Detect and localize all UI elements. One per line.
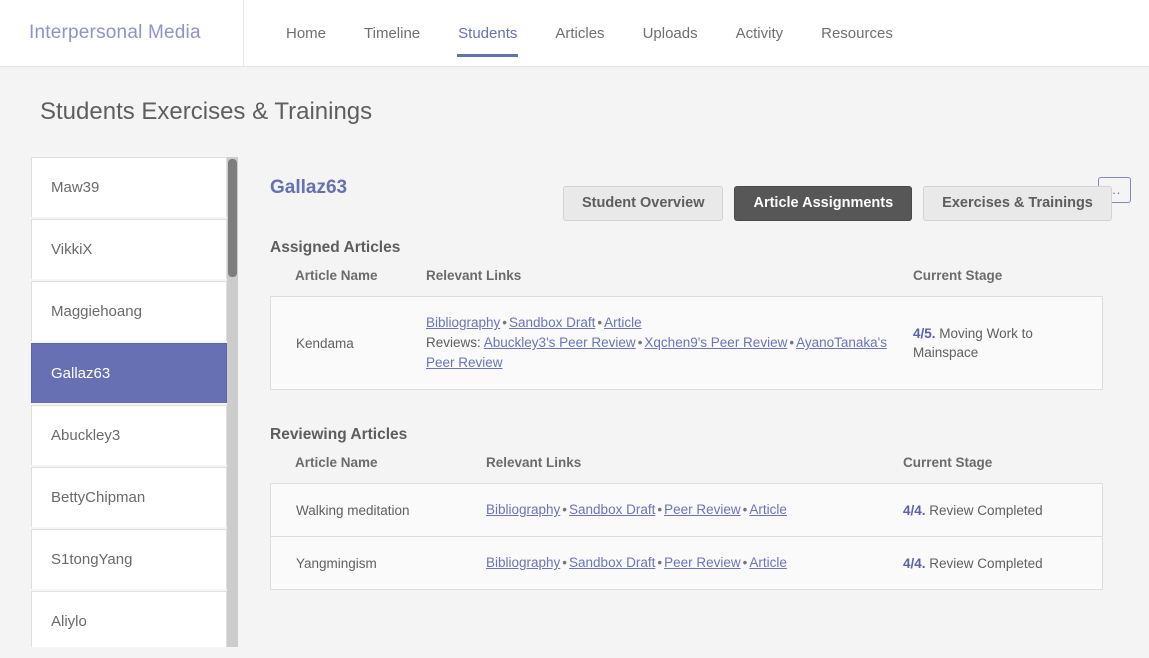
- tab-student-overview[interactable]: Student Overview: [563, 186, 724, 221]
- link-peer-review[interactable]: Peer Review: [664, 555, 741, 570]
- link-xqchen9-s-peer-review[interactable]: Xqchen9's Peer Review: [644, 335, 787, 350]
- link-separator: •: [562, 502, 568, 517]
- link-bibliography[interactable]: Bibliography: [426, 315, 500, 330]
- nav-link-timeline[interactable]: Timeline: [345, 0, 439, 66]
- selected-student-name: Gallaz63: [270, 177, 348, 198]
- link-article[interactable]: Article: [604, 315, 642, 330]
- link-separator: •: [502, 315, 508, 330]
- stage-number: 4/4.: [903, 555, 926, 571]
- nav-link-home[interactable]: Home: [267, 0, 345, 66]
- link-separator: •: [562, 555, 568, 570]
- tab-article-assignments[interactable]: Article Assignments: [734, 186, 913, 221]
- column-header-relevant-links: Relevant Links: [486, 455, 582, 470]
- table-row: Kendama Bibliography • Sandbox Draft • Articl…: [270, 296, 1103, 390]
- cell-relevant-links: Bibliography • Sandbox Draft • Peer Review • A…: [486, 537, 903, 590]
- sidebar-item-aliylo[interactable]: Aliylo: [31, 591, 227, 647]
- reviewing-articles-table: Article Name Relevant Links Current Stag…: [270, 455, 1103, 590]
- reviews-label: Reviews:: [426, 335, 484, 350]
- nav-link-articles[interactable]: Articles: [536, 0, 623, 66]
- link-peer-review[interactable]: Peer Review: [664, 502, 741, 517]
- content-area: Maw39 VikkiX Maggiehoang Gallaz63 Abuckley3 B…: [0, 157, 1149, 647]
- cell-current-stage: 4/5. Moving Work to Mainspace: [913, 296, 1103, 390]
- view-tab-group: Student Overview Article Assignments Exerc…: [563, 186, 1112, 221]
- link-bibliography[interactable]: Bibliography: [486, 502, 560, 517]
- link-sandbox-draft[interactable]: Sandbox Draft: [569, 555, 655, 570]
- link-separator: •: [657, 502, 663, 517]
- column-header-current-stage: Current Stage: [913, 268, 1003, 283]
- nav-link-resources[interactable]: Resources: [802, 0, 912, 66]
- assigned-articles-table: Article Name Relevant Links Current Stag…: [270, 268, 1103, 390]
- sidebar-item-maggiehoang[interactable]: Maggiehoang: [31, 281, 227, 341]
- student-detail-panel: Gallaz63 ... Assigned Articles Article N…: [237, 157, 1149, 647]
- tab-exercises-trainings[interactable]: Exercises & Trainings: [923, 186, 1112, 221]
- assigned-articles-title: Assigned Articles: [270, 239, 401, 256]
- nav-link-activity[interactable]: Activity: [717, 0, 803, 66]
- cell-article-name: Yangmingism: [270, 537, 486, 590]
- cell-current-stage: 4/4. Review Completed: [903, 537, 1103, 590]
- cell-current-stage: 4/4. Review Completed: [903, 483, 1103, 537]
- link-article[interactable]: Article: [749, 555, 787, 570]
- link-article[interactable]: Article: [749, 502, 787, 517]
- top-navbar: Interpersonal Media Home Timeline Students…: [0, 0, 1149, 67]
- page-header: Students Exercises & Trainings Student O…: [0, 67, 1149, 221]
- sidebar-item-gallaz63[interactable]: Gallaz63: [31, 343, 227, 403]
- link-sandbox-draft[interactable]: Sandbox Draft: [509, 315, 595, 330]
- link-bibliography[interactable]: Bibliography: [486, 555, 560, 570]
- primary-links: Bibliography • Sandbox Draft • Peer Review • A…: [486, 500, 903, 520]
- sidebar-item-s1tongyang[interactable]: S1tongYang: [31, 529, 227, 589]
- nav-link-uploads[interactable]: Uploads: [624, 0, 717, 66]
- column-header-current-stage: Current Stage: [903, 455, 993, 470]
- table-row: Walking meditation Bibliography • Sandbox D…: [270, 483, 1103, 537]
- brand-container: Interpersonal Media: [0, 0, 244, 66]
- reviewing-articles-title: Reviewing Articles: [270, 426, 408, 443]
- link-sandbox-draft[interactable]: Sandbox Draft: [569, 502, 655, 517]
- link-abuckley3-s-peer-review[interactable]: Abuckley3's Peer Review: [484, 335, 636, 350]
- link-separator: •: [789, 335, 795, 350]
- page-title: Students Exercises & Trainings: [40, 98, 373, 125]
- column-header-article-name: Article Name: [295, 455, 378, 470]
- student-list[interactable]: Maw39 VikkiX Maggiehoang Gallaz63 Abuckley3 B…: [31, 157, 227, 647]
- main-nav: Home Timeline Students Articles Uploads Activ…: [244, 0, 912, 66]
- stage-text: Review Completed: [929, 555, 1043, 571]
- cell-article-name: Walking meditation: [270, 483, 486, 537]
- student-sidebar: Maw39 VikkiX Maggiehoang Gallaz63 Abuckley3 B…: [31, 157, 238, 647]
- cell-relevant-links: Bibliography • Sandbox Draft • Article Review…: [426, 296, 913, 390]
- stage-number: 4/4.: [903, 502, 926, 518]
- cell-article-name: Kendama: [270, 296, 426, 390]
- link-separator: •: [657, 555, 663, 570]
- stage-number: 4/5.: [913, 326, 936, 341]
- primary-links: Bibliography • Sandbox Draft • Article: [426, 313, 913, 333]
- table-header-row: Article Name Relevant Links Current Stag…: [270, 455, 1103, 483]
- brand-logo[interactable]: Interpersonal Media: [29, 22, 201, 44]
- cell-relevant-links: Bibliography • Sandbox Draft • Peer Review • A…: [486, 483, 903, 537]
- table-header-row: Article Name Relevant Links Current Stag…: [270, 268, 1103, 296]
- sidebar-scrollbar-thumb[interactable]: [228, 159, 237, 277]
- sidebar-scrollbar-track[interactable]: [227, 157, 238, 647]
- primary-links: Bibliography • Sandbox Draft • Peer Review • A…: [486, 553, 903, 573]
- sidebar-item-abuckley3[interactable]: Abuckley3: [31, 405, 227, 465]
- sidebar-item-vikkix[interactable]: VikkiX: [31, 219, 227, 279]
- link-separator: •: [597, 315, 603, 330]
- nav-link-students[interactable]: Students: [439, 0, 536, 66]
- column-header-article-name: Article Name: [295, 268, 378, 283]
- sidebar-item-bettychipman[interactable]: BettyChipman: [31, 467, 227, 527]
- table-row: Yangmingism Bibliography • Sandbox Draft • Pe…: [270, 537, 1103, 590]
- column-header-relevant-links: Relevant Links: [426, 268, 522, 283]
- stage-text: Review Completed: [929, 502, 1043, 518]
- peer-review-links: Reviews: Abuckley3's Peer Review • Xqchen9…: [426, 333, 913, 373]
- sidebar-item-maw39[interactable]: Maw39: [31, 157, 227, 217]
